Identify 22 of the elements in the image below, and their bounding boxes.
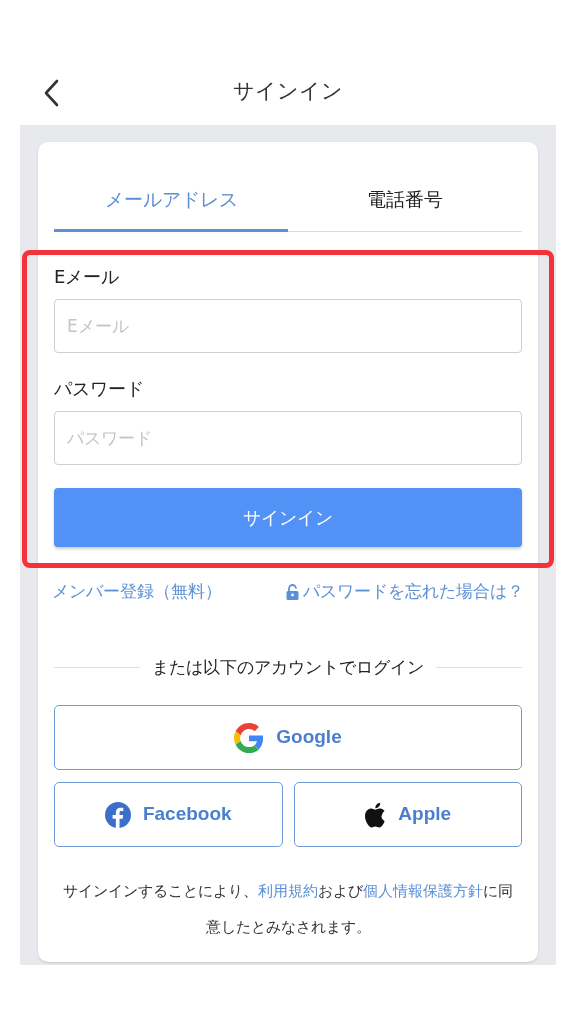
input-field[interactable]: Eメール bbox=[54, 299, 522, 353]
apple-logo-icon bbox=[364, 801, 387, 828]
input-field[interactable]: パスワード bbox=[54, 411, 522, 465]
tab[interactable]: メールアドレス bbox=[54, 180, 288, 232]
forgot-password-link[interactable]: パスワードを忘れた場合は？ bbox=[286, 579, 524, 605]
page-title: サインイン bbox=[233, 77, 343, 105]
terms-link[interactable]: 個人情報保護方針 bbox=[363, 883, 483, 899]
back-icon bbox=[43, 79, 59, 107]
register-link[interactable]: メンバー登録（無料） bbox=[52, 579, 222, 605]
facebook-button[interactable]: Facebook bbox=[54, 782, 283, 847]
facebook-logo-icon bbox=[104, 801, 131, 828]
google-button[interactable]: Google bbox=[54, 705, 522, 770]
field-label: パスワード bbox=[54, 377, 145, 401]
tab[interactable]: 電話番号 bbox=[288, 180, 522, 232]
signin-button[interactable]: サインイン bbox=[54, 488, 522, 547]
lock-icon bbox=[286, 583, 299, 600]
divider-text: または以下のアカウントでログイン bbox=[152, 655, 424, 679]
terms-link[interactable]: 利用規約 bbox=[258, 883, 318, 899]
field-label: Eメール bbox=[54, 265, 121, 289]
terms-text: サインインすることにより、利用規約および個人情報保護方針に同意したとみなされます。 bbox=[62, 882, 514, 937]
apple-button[interactable]: Apple bbox=[293, 782, 522, 847]
google-logo-icon bbox=[234, 722, 265, 753]
